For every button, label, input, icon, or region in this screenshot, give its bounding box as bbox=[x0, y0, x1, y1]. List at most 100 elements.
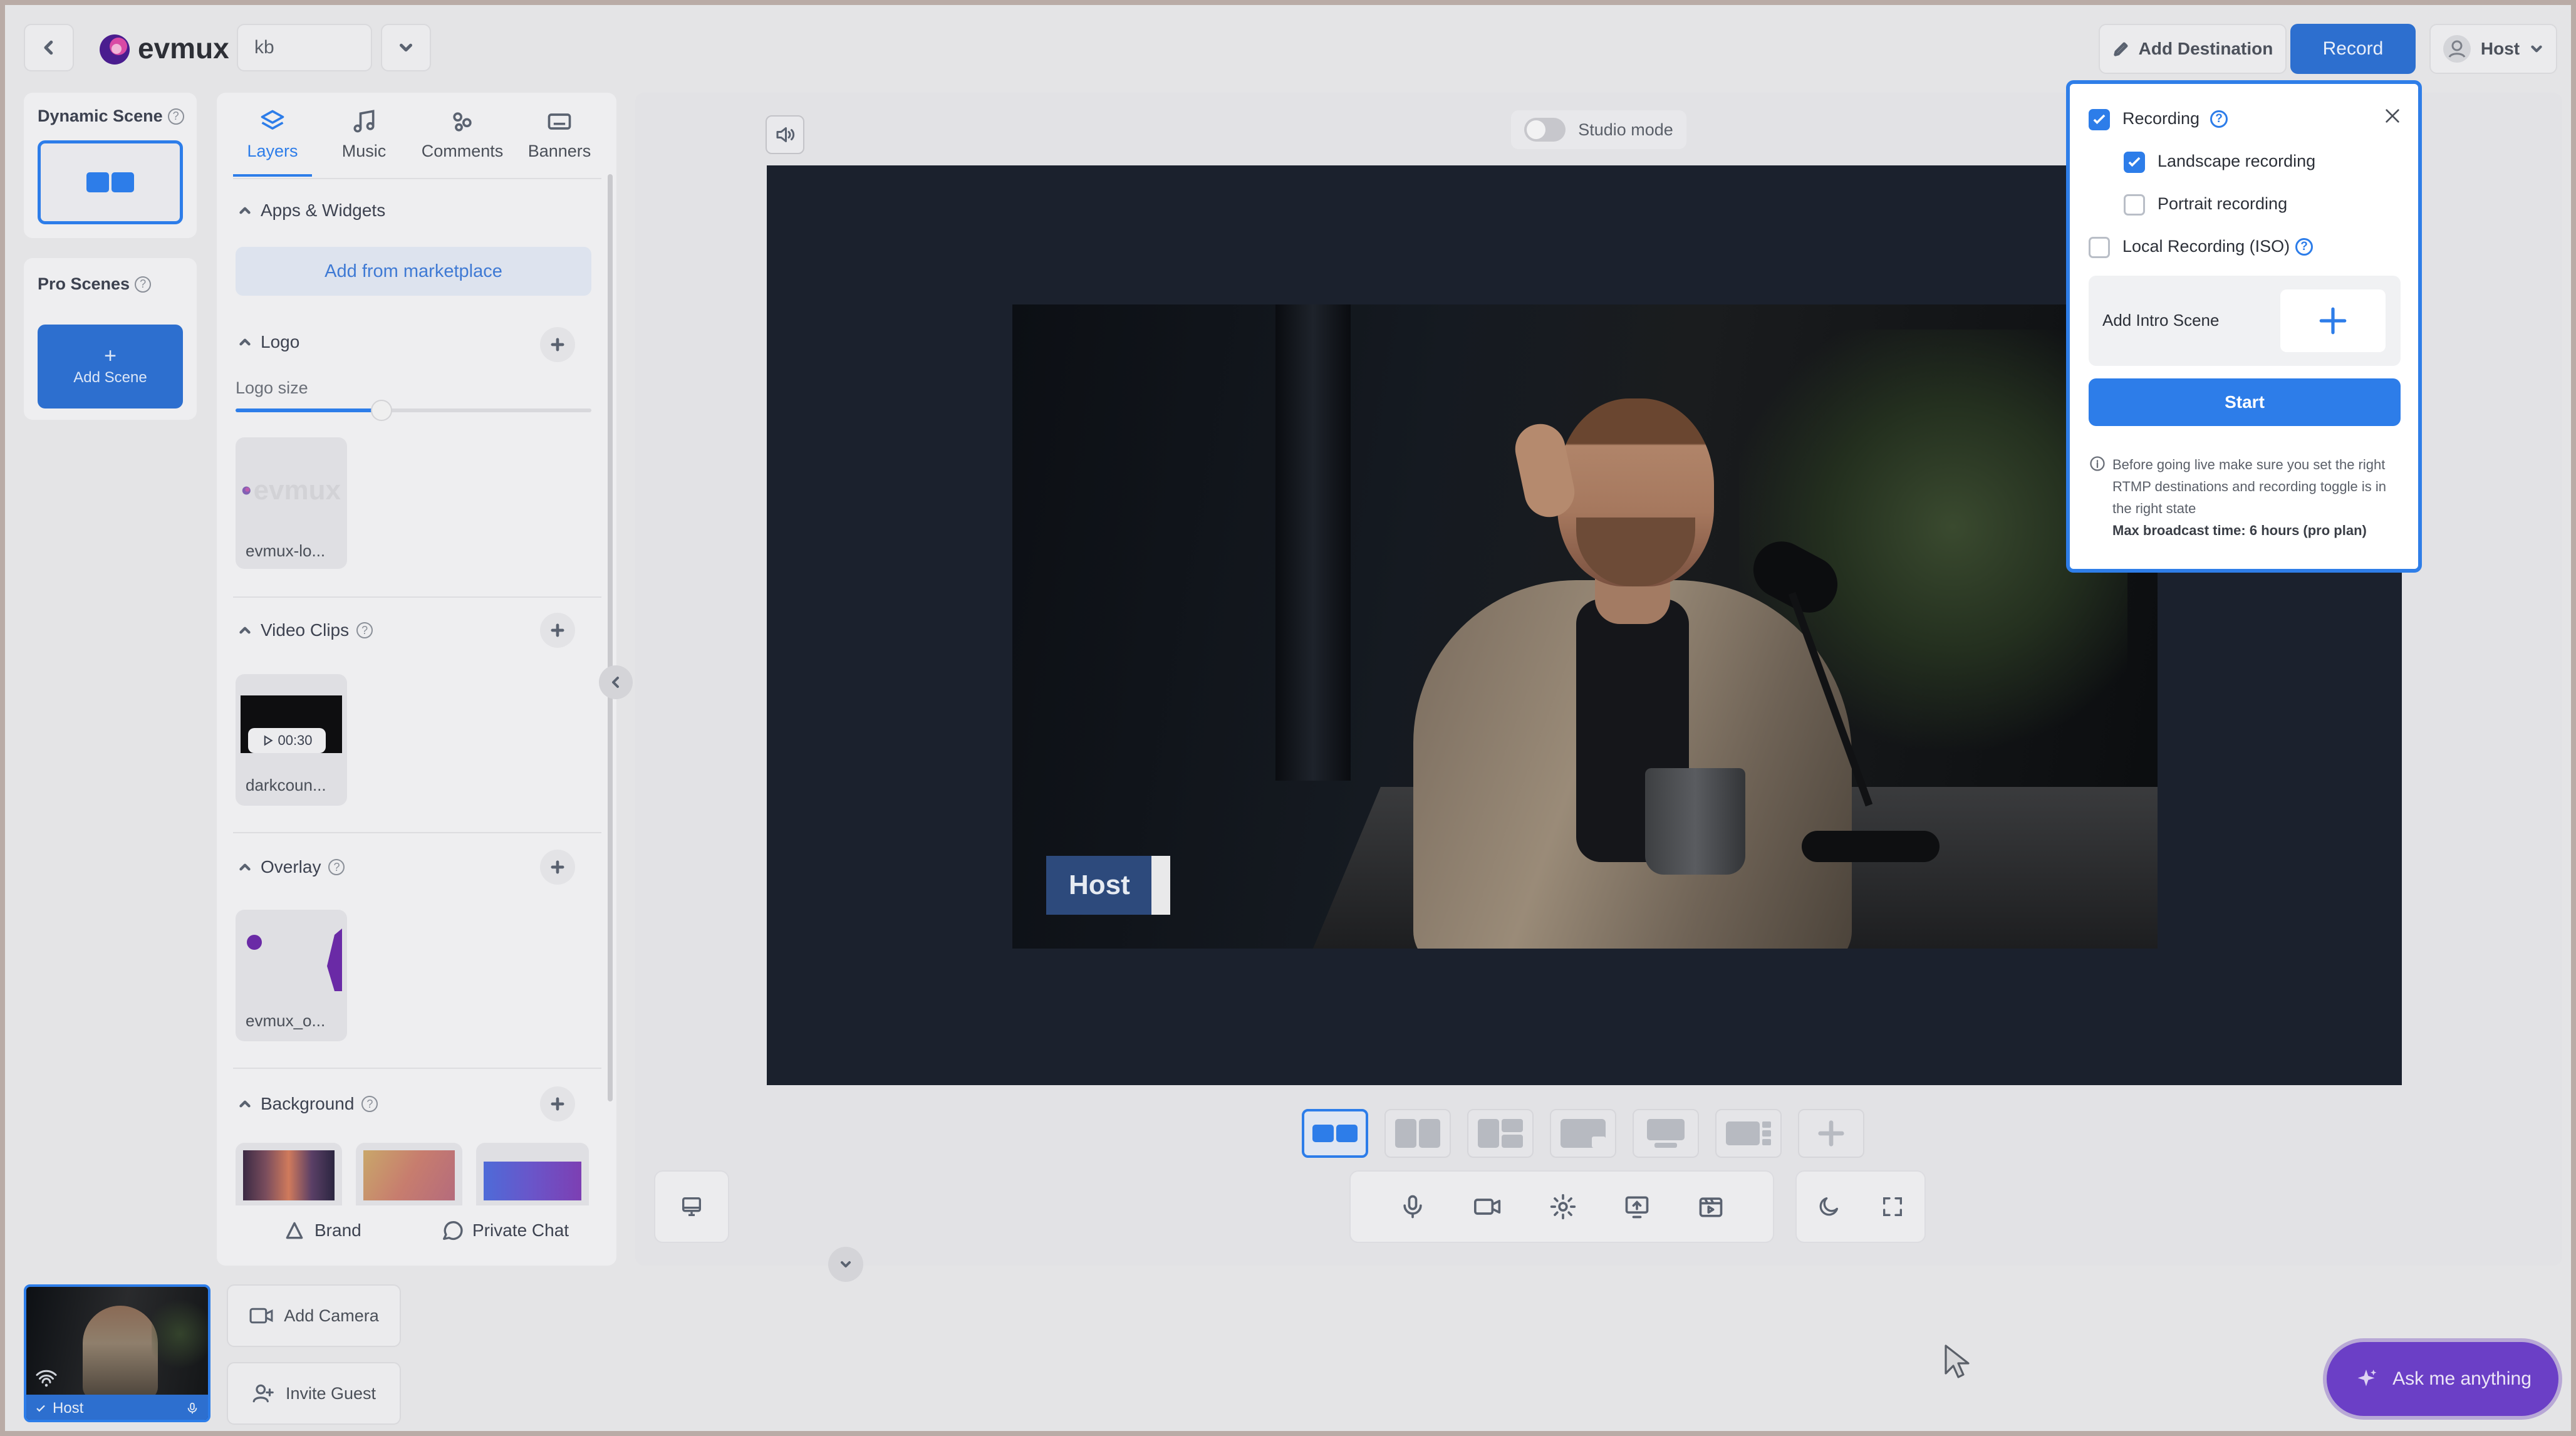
overlay-preview bbox=[247, 929, 342, 991]
help-icon[interactable]: ? bbox=[356, 622, 373, 638]
dynamic-scene-thumbnail[interactable] bbox=[38, 140, 183, 224]
tab-label: Comments bbox=[421, 142, 504, 160]
tab-music[interactable]: Music bbox=[325, 108, 403, 177]
two-person-layout-icon bbox=[86, 172, 134, 192]
video-clips-title: Video Clips bbox=[261, 620, 350, 640]
two-person-layout-icon bbox=[1312, 1125, 1358, 1142]
media-clip-icon[interactable] bbox=[1697, 1193, 1725, 1220]
landscape-recording-checkbox[interactable] bbox=[2124, 152, 2145, 173]
help-icon[interactable]: ? bbox=[361, 1096, 378, 1112]
max-broadcast-time: Max broadcast time: 6 hours (pro plan) bbox=[2112, 523, 2367, 538]
host-preview-person bbox=[83, 1306, 158, 1400]
logo-size-slider-handle[interactable] bbox=[370, 400, 392, 421]
add-logo-button[interactable] bbox=[540, 327, 575, 362]
collapse-panel-button[interactable] bbox=[599, 665, 633, 699]
studio-mode-toggle[interactable]: Studio mode bbox=[1511, 110, 1686, 149]
brand-button[interactable]: Brand bbox=[282, 1212, 361, 1249]
host-camera-tile[interactable]: Host bbox=[24, 1284, 210, 1422]
plus-icon bbox=[551, 1097, 564, 1111]
background-thumbnail-2[interactable] bbox=[356, 1143, 462, 1205]
add-camera-button[interactable]: Add Camera bbox=[227, 1284, 401, 1347]
logo-size-slider[interactable] bbox=[236, 400, 591, 421]
private-chat-button[interactable]: Private Chat bbox=[440, 1212, 569, 1249]
host-video-feed[interactable]: Host bbox=[1012, 304, 2158, 949]
record-button[interactable]: Record bbox=[2290, 24, 2416, 74]
gear-icon[interactable] bbox=[1549, 1193, 1577, 1220]
layout-presenter-button[interactable] bbox=[1633, 1109, 1699, 1158]
layers-icon bbox=[261, 110, 284, 130]
host-preview-plant bbox=[152, 1293, 208, 1375]
add-destination-button[interactable]: Add Destination bbox=[2099, 24, 2287, 74]
view-toolbar bbox=[1795, 1170, 1926, 1243]
overlay-thumbnail[interactable]: evmux_o... bbox=[236, 910, 347, 1041]
collapse-bottom-button[interactable] bbox=[828, 1247, 863, 1282]
layers-scrollbar[interactable] bbox=[608, 174, 613, 1101]
user-name: Host bbox=[2480, 39, 2520, 58]
layout-pip-button[interactable] bbox=[1550, 1109, 1616, 1158]
close-popup-button[interactable] bbox=[2377, 100, 2408, 132]
grid-layout-icon bbox=[1478, 1119, 1523, 1148]
chevron-up-icon bbox=[239, 627, 251, 634]
fullscreen-icon[interactable] bbox=[1880, 1194, 1905, 1219]
device-toolbar bbox=[654, 1170, 729, 1243]
session-name-input[interactable]: kb bbox=[237, 24, 372, 71]
studio-mode-label: Studio mode bbox=[1578, 120, 1673, 139]
back-button[interactable] bbox=[24, 24, 74, 71]
help-icon[interactable]: ? bbox=[135, 276, 152, 293]
layout-sidebar-button[interactable] bbox=[1715, 1109, 1782, 1158]
moon-icon[interactable] bbox=[1816, 1194, 1841, 1219]
invite-guest-button[interactable]: Invite Guest bbox=[227, 1362, 401, 1425]
local-recording-checkbox[interactable] bbox=[2089, 237, 2110, 258]
studio-mode-switch[interactable] bbox=[1524, 118, 1566, 142]
microphone-icon[interactable] bbox=[1399, 1193, 1426, 1220]
session-dropdown-button[interactable] bbox=[381, 24, 431, 71]
background-thumbnail-1[interactable] bbox=[236, 1143, 342, 1205]
overlay-header[interactable]: Overlay ? bbox=[237, 857, 345, 877]
brand-name: evmux bbox=[138, 32, 229, 65]
video-clip-thumbnail[interactable]: 00:30 darkcoun... bbox=[236, 674, 347, 806]
tab-label: Music bbox=[341, 142, 387, 160]
add-from-marketplace-button[interactable]: Add from marketplace bbox=[236, 247, 591, 296]
tab-comments[interactable]: Comments bbox=[411, 108, 514, 177]
camera-icon[interactable] bbox=[1473, 1193, 1503, 1220]
layout-grid-button[interactable] bbox=[1467, 1109, 1534, 1158]
ask-me-anything-button[interactable]: Ask me anything bbox=[2323, 1338, 2562, 1420]
background-thumbnail-3[interactable] bbox=[476, 1143, 589, 1205]
add-background-button[interactable] bbox=[540, 1086, 575, 1121]
help-icon[interactable]: ? bbox=[167, 108, 184, 125]
help-icon[interactable]: ? bbox=[2295, 238, 2313, 256]
help-icon[interactable]: ? bbox=[2210, 110, 2228, 128]
user-menu-button[interactable]: Host bbox=[2429, 24, 2557, 74]
monitor-icon[interactable] bbox=[679, 1194, 704, 1219]
portrait-recording-checkbox[interactable] bbox=[2124, 194, 2145, 216]
video-clips-header[interactable]: Video Clips ? bbox=[237, 620, 373, 640]
section-divider bbox=[233, 832, 601, 833]
screen-share-icon[interactable] bbox=[1623, 1193, 1651, 1220]
plus-icon bbox=[1818, 1120, 1844, 1147]
video-clip-duration: 00:30 bbox=[278, 732, 313, 748]
tab-layers[interactable]: Layers bbox=[233, 108, 312, 177]
add-video-clip-button[interactable] bbox=[540, 613, 575, 648]
broadcast-note: Before going live make sure you set the … bbox=[2112, 457, 2386, 516]
logo-size-slider-fill bbox=[236, 408, 382, 412]
chevron-up-icon bbox=[239, 1100, 251, 1108]
add-layout-button[interactable] bbox=[1798, 1109, 1864, 1158]
add-intro-scene-button[interactable] bbox=[2280, 289, 2386, 352]
layout-split-button[interactable] bbox=[1384, 1109, 1451, 1158]
help-icon[interactable]: ? bbox=[328, 859, 345, 875]
tabs-divider bbox=[233, 178, 601, 179]
background-header[interactable]: Background ? bbox=[237, 1094, 378, 1114]
layout-two-person-button[interactable] bbox=[1302, 1109, 1368, 1158]
brand-label: Brand bbox=[314, 1220, 361, 1240]
tab-banners[interactable]: Banners bbox=[517, 108, 601, 177]
logo-header[interactable]: Logo bbox=[237, 332, 299, 352]
check-icon bbox=[36, 1405, 45, 1412]
add-scene-button[interactable]: + Add Scene bbox=[38, 325, 183, 408]
volume-button[interactable] bbox=[766, 115, 804, 154]
start-button[interactable]: Start bbox=[2089, 378, 2401, 426]
apps-widgets-header[interactable]: Apps & Widgets bbox=[237, 200, 385, 221]
add-overlay-button[interactable] bbox=[540, 850, 575, 885]
recording-checkbox[interactable] bbox=[2089, 109, 2110, 130]
logo-thumbnail[interactable]: evmux evmux-lo... bbox=[236, 437, 347, 569]
invite-guest-label: Invite Guest bbox=[285, 1383, 377, 1403]
